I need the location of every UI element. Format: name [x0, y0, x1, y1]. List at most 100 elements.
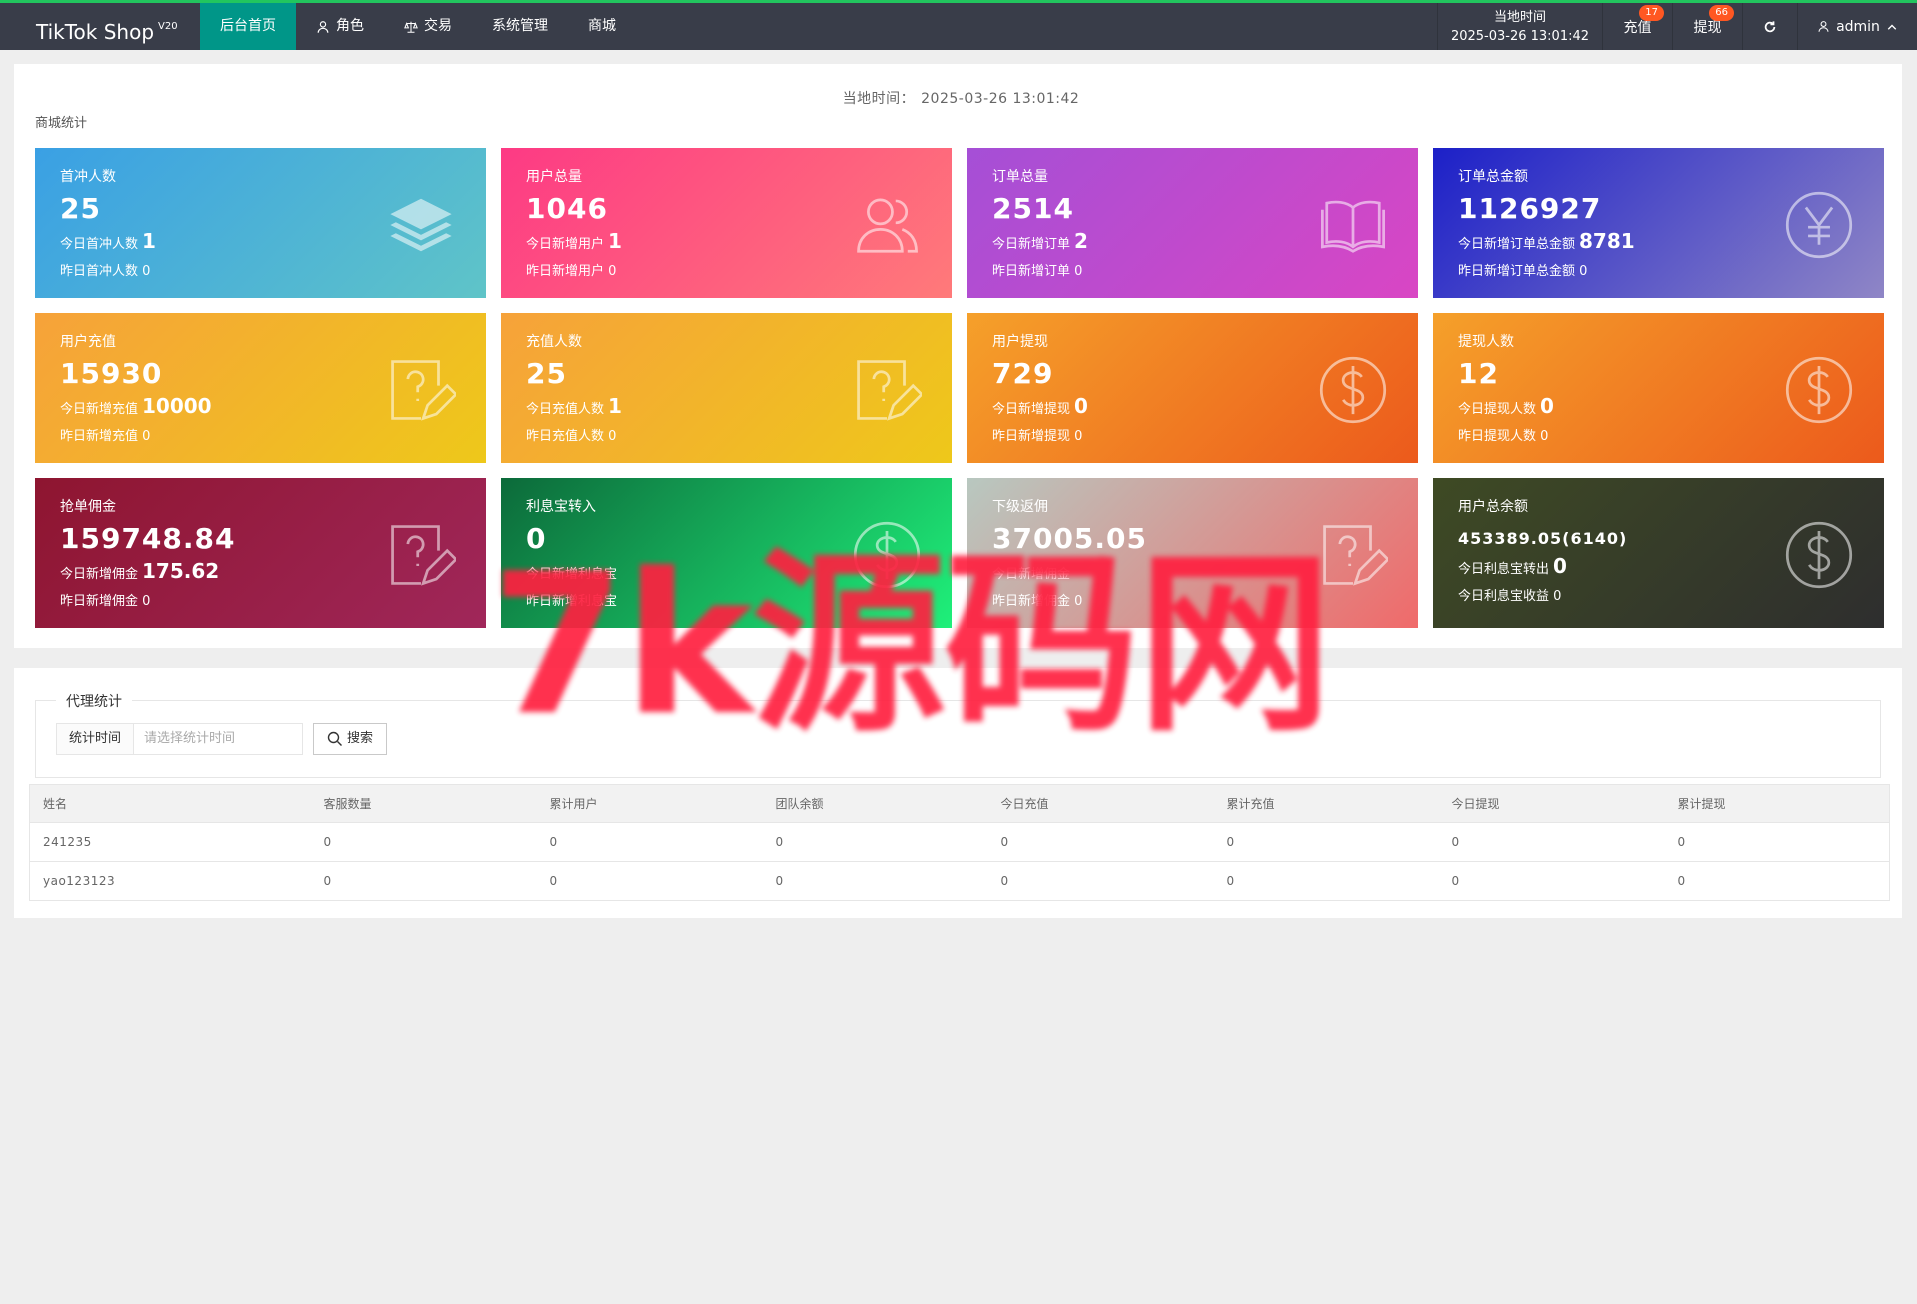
cell: 0 [1213, 822, 1439, 862]
header-time-value: 2025-03-26 13:01:42 [1450, 28, 1590, 44]
book-icon [1321, 200, 1385, 253]
card-yesterday: 昨日新增佣金 0 [60, 594, 151, 609]
card-today-value: 1 [608, 229, 622, 253]
right-nav: 当地时间 2025-03-26 13:01:42 充值 17 提现 66 adm… [1437, 3, 1917, 50]
user-icon [1818, 21, 1829, 32]
edit-question-icon [391, 525, 456, 586]
card-title: 订单总量 [992, 169, 1048, 185]
cell: 0 [1438, 861, 1665, 901]
header-local-time: 当地时间 2025-03-26 13:01:42 [1437, 3, 1602, 50]
app-title: TikTok Shop [36, 20, 155, 44]
stat-card-interest-in: 利息宝转入 0 今日新增利息宝 昨日新增利息宝 [501, 478, 952, 628]
main-nav: 后台首页 角色 交易 系统管理 商城 [200, 3, 636, 50]
card-yesterday: 昨日新增订单 0 [992, 264, 1083, 279]
search-label: 搜索 [346, 731, 373, 746]
app-version: V20 [158, 21, 178, 32]
card-today-label: 今日充值人数 [526, 402, 605, 417]
top-navbar: TikTok Shop V20 后台首页 角色 交易 系统管理 商城 当地时间 2… [0, 0, 1917, 50]
card-yesterday: 昨日新增订单总金额 0 [1458, 264, 1588, 279]
stat-card-total-balance: 用户总余额 453389.05(6140) 今日利息宝转出 0 今日利息宝收益 0 [1433, 478, 1884, 628]
card-today-label: 今日新增佣金 [60, 567, 139, 582]
stat-card-recharge-users: 充值人数 25 今日充值人数 1 昨日充值人数 0 [501, 313, 952, 463]
layers-icon [390, 198, 452, 252]
cell: 0 [1664, 822, 1890, 862]
cell: 0 [987, 861, 1214, 901]
nav-item-roles[interactable]: 角色 [296, 3, 384, 50]
card-today-label: 今日提现人数 [1458, 402, 1537, 417]
nav-item-system[interactable]: 系统管理 [472, 3, 568, 50]
stat-card-first-recharge: 首冲人数 25 今日首冲人数 1 昨日首冲人数 0 [35, 148, 486, 298]
card-today-value: 1 [608, 394, 622, 418]
card-today-value: 0 [1553, 554, 1567, 578]
user-icon [317, 20, 329, 33]
card-today-label: 今日新增充值 [60, 402, 139, 417]
nav-item-mall[interactable]: 商城 [568, 3, 636, 50]
card-title: 首冲人数 [60, 169, 116, 185]
search-button[interactable]: 搜索 [313, 723, 387, 755]
stat-card-total-orders: 订单总量 2514 今日新增订单 2 昨日新增订单 0 [967, 148, 1418, 298]
filter-time-input[interactable]: 请选择统计时间 [133, 723, 303, 755]
agent-stats-panel: 代理统计 统计时间 请选择统计时间 搜索 姓名 客服数量 累计用户 团队余额 今… [14, 668, 1902, 918]
col-today-withdraw: 今日提现 [1438, 784, 1665, 823]
card-title: 用户总量 [526, 169, 582, 185]
card-today-value: 10000 [142, 394, 212, 418]
yen-icon [1785, 191, 1853, 259]
card-today-label: 今日新增订单总金额 [1458, 237, 1576, 252]
card-title: 下级返佣 [992, 499, 1048, 515]
table-row: yao123123 0 0 0 0 0 0 0 [29, 861, 1890, 901]
card-today-value: 1 [142, 229, 156, 253]
card-today-label: 今日新增提现 [992, 402, 1071, 417]
scale-icon [404, 21, 418, 33]
col-today-recharge: 今日充值 [987, 784, 1214, 823]
header-time-label: 当地时间 [1493, 9, 1546, 25]
card-title: 用户提现 [992, 334, 1048, 350]
edit-question-icon [857, 360, 922, 421]
local-time-label: 当地时间： [842, 91, 916, 107]
agent-table: 姓名 客服数量 累计用户 团队余额 今日充值 累计充值 今日提现 累计提现 24… [29, 784, 1890, 901]
cell: 0 [310, 822, 537, 862]
cell: 241235 [29, 822, 311, 862]
card-today-label: 今日首冲人数 [60, 237, 139, 252]
dollar-icon [1785, 521, 1853, 589]
stat-card-sub-commission: 下级返佣 37005.05 今日新增佣金 昨日新增佣金 0 [967, 478, 1418, 628]
card-today-value: 2 [1074, 229, 1088, 253]
edit-question-icon [1323, 525, 1388, 586]
dollar-icon [853, 521, 921, 589]
edit-question-icon [391, 360, 456, 421]
col-total-withdraw: 累计提现 [1664, 784, 1890, 823]
refresh-button[interactable] [1742, 3, 1797, 50]
card-title: 订单总金额 [1458, 169, 1528, 185]
app-logo[interactable]: TikTok Shop V20 [36, 3, 178, 50]
agent-stats-legend: 代理统计 [56, 691, 132, 711]
card-today-label: 今日新增用户 [526, 237, 605, 252]
user-menu[interactable]: admin [1797, 3, 1917, 50]
charge-button[interactable]: 充值 17 [1602, 3, 1672, 50]
card-yesterday: 昨日首冲人数 0 [60, 264, 151, 279]
cell: 0 [762, 822, 988, 862]
card-yesterday: 昨日新增充值 0 [60, 429, 151, 444]
card-title: 抢单佣金 [60, 499, 116, 515]
filter-fieldset: 代理统计 统计时间 请选择统计时间 搜索 [35, 691, 1881, 778]
nav-item-home[interactable]: 后台首页 [200, 3, 296, 50]
card-today-label: 今日新增佣金 [992, 567, 1071, 582]
card-title: 充值人数 [526, 334, 582, 350]
stats-grid: 首冲人数 25 今日首冲人数 1 昨日首冲人数 0 用户总量 1046 今日新增用… [35, 148, 1884, 628]
search-icon [327, 731, 342, 746]
mall-stats-panel: 当地时间： 2025-03-26 13:01:42 商城统计 首冲人数 25 今日… [14, 64, 1902, 648]
table-row: 241235 0 0 0 0 0 0 0 [29, 822, 1890, 862]
nav-item-trade[interactable]: 交易 [384, 3, 472, 50]
card-title: 用户总余额 [1458, 499, 1528, 515]
stat-card-user-withdraw: 用户提现 729 今日新增提现 0 昨日新增提现 0 [967, 313, 1418, 463]
card-yesterday: 昨日充值人数 0 [526, 429, 617, 444]
withdraw-badge: 66 [1709, 5, 1734, 21]
cell: 0 [536, 822, 763, 862]
col-total-users: 累计用户 [536, 784, 763, 823]
stat-card-user-recharge: 用户充值 15930 今日新增充值 10000 昨日新增充值 0 [35, 313, 486, 463]
card-today-value: 0 [1540, 394, 1554, 418]
charge-badge: 17 [1639, 5, 1664, 21]
cell: 0 [536, 861, 763, 901]
local-time-value: 2025-03-26 13:01:42 [921, 91, 1080, 107]
stat-card-order-commission: 抢单佣金 159748.84 今日新增佣金 175.62 昨日新增佣金 0 [35, 478, 486, 628]
users-icon [857, 198, 918, 253]
withdraw-button[interactable]: 提现 66 [1672, 3, 1742, 50]
